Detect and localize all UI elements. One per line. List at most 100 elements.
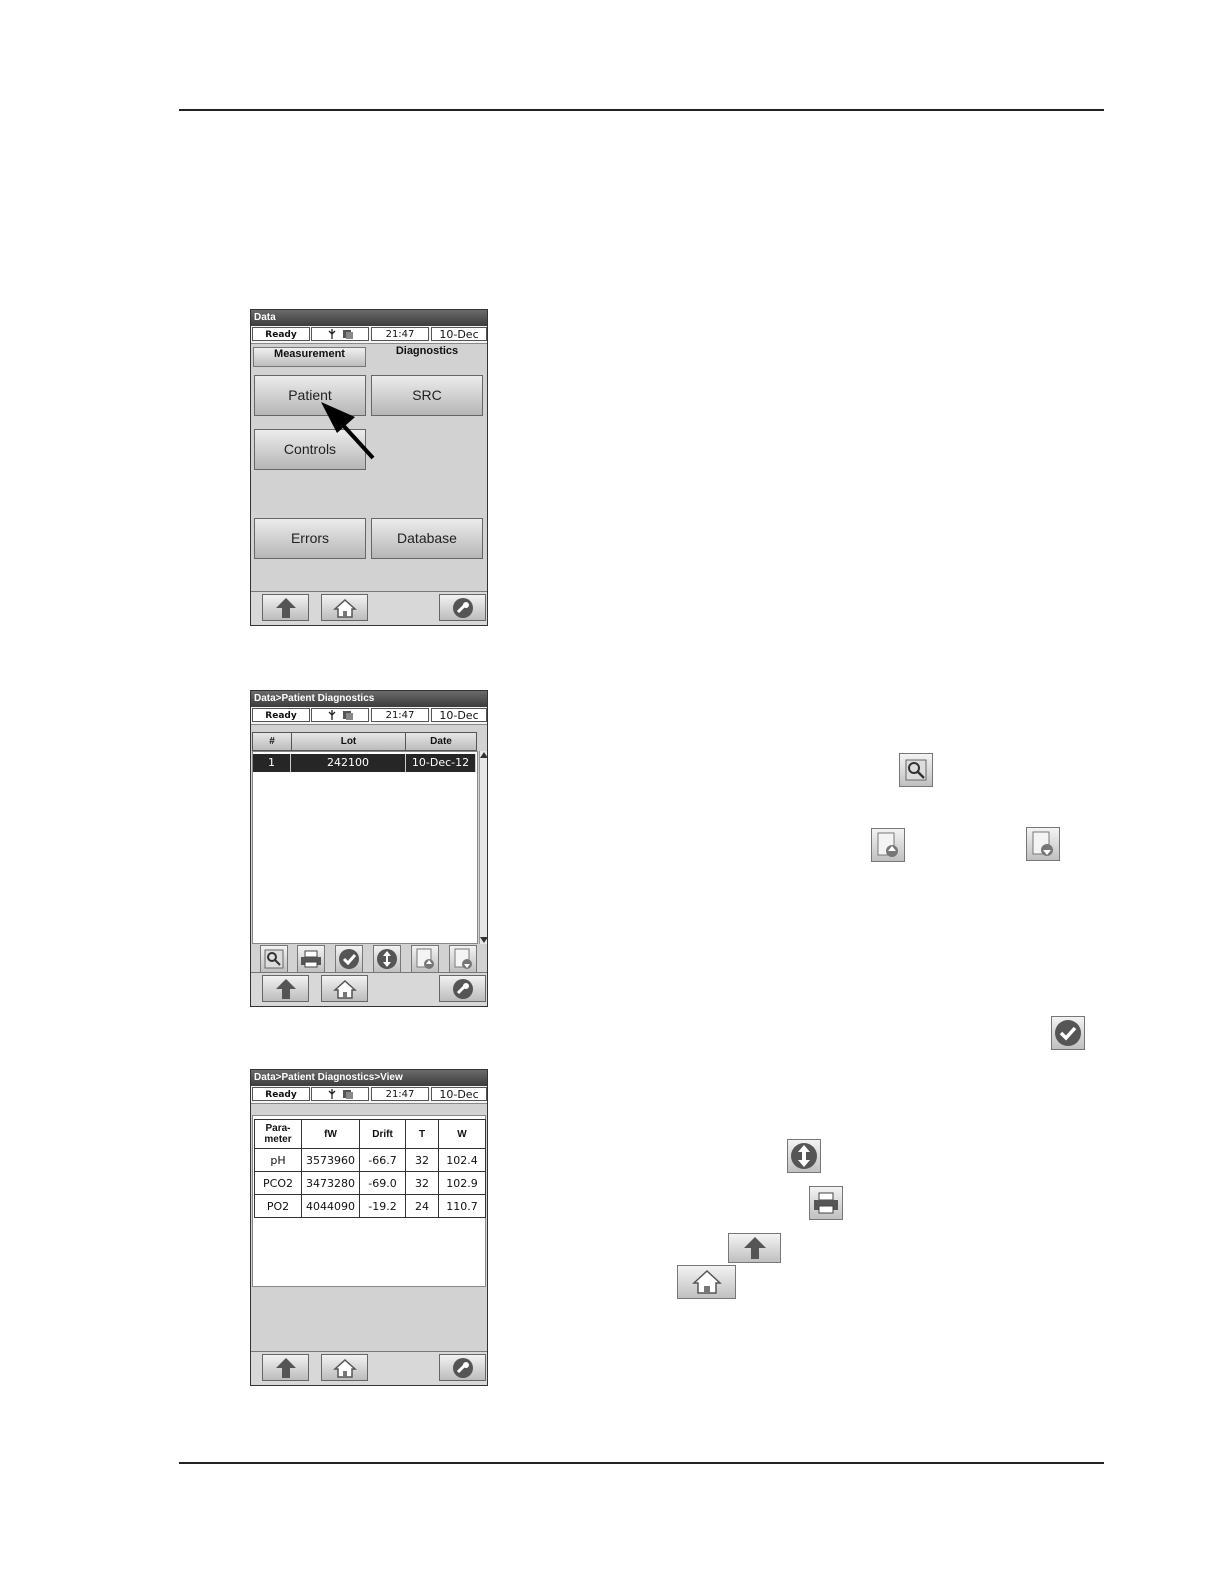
status-icons [311, 1087, 369, 1101]
usb-network-icon [328, 710, 353, 720]
up-arrow-icon [275, 978, 296, 999]
tools-button[interactable] [439, 594, 486, 621]
page-down-icon [454, 948, 472, 969]
printer-icon [301, 950, 321, 968]
home-icon-reference [677, 1265, 736, 1299]
bottom-rule [179, 1462, 1104, 1464]
table-row: pH 3573960 -66.7 32 102.4 [254, 1148, 486, 1172]
status-time: 21:47 [371, 708, 429, 722]
cell-t: 24 [405, 1194, 439, 1218]
printer-icon [814, 1192, 838, 1214]
status-date: 10-Dec [431, 708, 487, 722]
status-ready: Ready [252, 327, 310, 341]
data-screen: Data Ready 21:47 10-Dec Measurement Diag… [250, 309, 488, 626]
up-arrow-icon [275, 1357, 296, 1378]
usb-network-icon [328, 1089, 353, 1099]
checkmark-icon [1055, 1020, 1081, 1046]
scroll-down-icon[interactable] [480, 936, 488, 944]
bottom-nav [251, 1351, 487, 1385]
cell-w: 102.9 [438, 1171, 486, 1195]
header-parameter: Para-meter [254, 1119, 302, 1149]
up-arrow-icon [275, 597, 296, 618]
tab-diagnostics[interactable]: Diagnostics [369, 345, 485, 365]
wrench-icon [452, 978, 473, 999]
up-arrow-icon [743, 1237, 766, 1259]
home-button[interactable] [321, 1354, 368, 1381]
magnifier-icon [905, 759, 927, 781]
checkmark-icon [339, 949, 359, 969]
bottom-nav [251, 591, 487, 625]
cell-param: PCO2 [254, 1171, 302, 1195]
print-icon-reference [809, 1186, 843, 1220]
page-up-icon-reference [871, 828, 905, 862]
page-down-icon [1032, 831, 1053, 856]
row-date: 10-Dec-12 [406, 754, 476, 772]
print-button[interactable] [297, 945, 325, 973]
back-button[interactable] [262, 594, 309, 621]
back-button[interactable] [262, 1354, 309, 1381]
scroll-up-icon[interactable] [480, 751, 488, 759]
wrench-icon [452, 1357, 473, 1378]
cell-t: 32 [405, 1171, 439, 1195]
page-up-icon [877, 832, 898, 857]
scrollbar[interactable] [479, 751, 488, 944]
status-ready: Ready [252, 708, 310, 722]
home-button[interactable] [321, 975, 368, 1002]
view-button[interactable] [260, 945, 288, 973]
home-button[interactable] [321, 594, 368, 621]
cell-w: 102.4 [438, 1148, 486, 1172]
status-time: 21:47 [371, 1087, 429, 1101]
page-down-button[interactable] [449, 945, 477, 973]
scroll-button[interactable] [373, 945, 401, 973]
cell-fw: 3473280 [301, 1171, 360, 1195]
top-rule [179, 109, 1104, 111]
list-area [252, 751, 478, 944]
status-date: 10-Dec [431, 1087, 487, 1101]
cell-fw: 3573960 [301, 1148, 360, 1172]
errors-button[interactable]: Errors [254, 518, 366, 559]
row-num: 1 [253, 754, 291, 772]
home-icon [332, 1358, 357, 1378]
status-icons [311, 327, 369, 341]
cell-drift: -69.0 [359, 1171, 406, 1195]
column-header-date[interactable]: Date [405, 732, 477, 751]
up-down-icon [377, 949, 397, 969]
magnifier-icon [264, 949, 284, 969]
tab-measurement[interactable]: Measurement [253, 347, 366, 367]
column-header-num[interactable]: # [252, 732, 292, 751]
status-icons [311, 708, 369, 722]
cell-drift: -66.7 [359, 1148, 406, 1172]
cell-drift: -19.2 [359, 1194, 406, 1218]
up-down-icon [791, 1143, 817, 1169]
home-icon [332, 979, 357, 999]
tools-button[interactable] [439, 1354, 486, 1381]
status-bar: Ready 21:47 10-Dec [251, 707, 487, 725]
screen-title: Data [251, 310, 487, 326]
patient-diagnostics-screen: Data>Patient Diagnostics Ready 21:47 10-… [250, 690, 488, 1007]
back-button[interactable] [262, 975, 309, 1002]
cell-fw: 4044090 [301, 1194, 360, 1218]
table-header-row: Para-meter fW Drift T W [254, 1119, 486, 1149]
page-up-button[interactable] [411, 945, 439, 973]
status-time: 21:47 [371, 327, 429, 341]
tools-button[interactable] [439, 975, 486, 1002]
patient-diagnostics-view-screen: Data>Patient Diagnostics>View Ready 21:4… [250, 1069, 488, 1386]
src-button[interactable]: SRC [371, 375, 483, 416]
status-date: 10-Dec [431, 327, 487, 341]
home-icon [332, 598, 357, 618]
patient-button[interactable]: Patient [254, 375, 366, 416]
select-button[interactable] [335, 945, 363, 973]
select-icon-reference [1051, 1016, 1085, 1050]
scroll-icon-reference [787, 1139, 821, 1173]
toolbar [251, 944, 487, 975]
back-icon-reference [728, 1233, 781, 1263]
controls-button[interactable]: Controls [254, 429, 366, 470]
header-drift: Drift [359, 1119, 406, 1149]
column-header-lot[interactable]: Lot [291, 732, 406, 751]
database-button[interactable]: Database [371, 518, 483, 559]
results-table: Para-meter fW Drift T W pH 3573960 -66.7… [254, 1119, 486, 1218]
wrench-icon [452, 597, 473, 618]
status-bar: Ready 21:47 10-Dec [251, 1086, 487, 1104]
bottom-nav [251, 972, 487, 1006]
status-ready: Ready [252, 1087, 310, 1101]
